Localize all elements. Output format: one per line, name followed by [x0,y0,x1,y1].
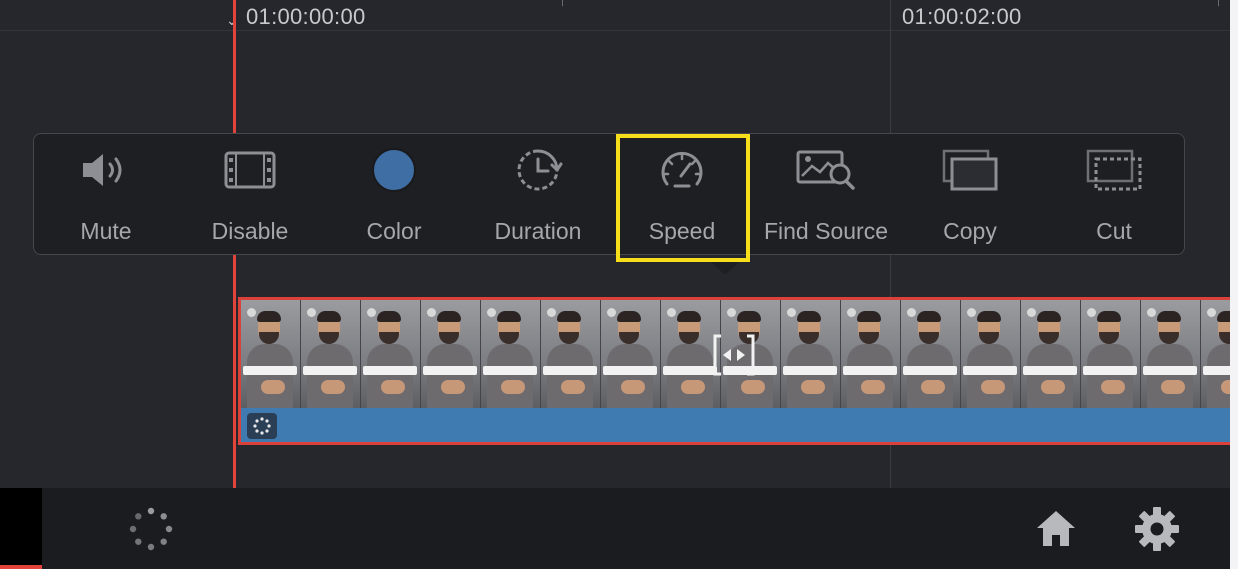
bottom-left-panel [0,488,42,569]
clip-thumbnail [1141,300,1201,408]
find-source-button[interactable]: Find Source [754,134,898,256]
cut-label: Cut [1096,218,1132,244]
copy-button[interactable]: Copy [898,134,1042,256]
disable-label: Disable [211,218,289,244]
ruler-tick [562,0,563,6]
color-dot-icon [322,146,466,194]
clip-thumbnail [481,300,541,408]
duration-label: Duration [494,218,582,244]
clip-thumbnail [601,300,661,408]
audio-waveform-track [241,410,1238,442]
activity-spinner-icon[interactable] [128,506,174,557]
clip-thumbnail [901,300,961,408]
clip-thumbnail [541,300,601,408]
progress-indicator [0,565,42,569]
clip-thumbnail [1021,300,1081,408]
cut-button[interactable]: Cut [1042,134,1186,256]
timecode-ruler[interactable]: 01:00:00:00 01:00:02:00 [0,0,1238,31]
timecode-label: 01:00:00:00 [246,4,366,29]
clip-thumbnail [961,300,1021,408]
copy-icon [898,146,1042,194]
clip-thumbnail [421,300,481,408]
clip-thumbnail [781,300,841,408]
ruler-tick [1218,0,1219,6]
video-clip[interactable] [238,297,1238,445]
bottom-navigation-bar [0,488,1230,569]
color-button[interactable]: Color [322,134,466,256]
window-edge [1230,0,1238,569]
clock-duration-icon [466,146,610,194]
clip-thumbnail [361,300,421,408]
mute-label: Mute [80,218,132,244]
timecode-label: 01:00:02:00 [902,4,1022,29]
clip-thumbnail [1081,300,1141,408]
find-source-label: Find Source [763,218,888,244]
toolbar-pointer [711,262,739,275]
clip-thumbnail [841,300,901,408]
mute-button[interactable]: Mute [34,134,178,256]
find-source-icon [754,146,898,194]
audio-clip-icon [247,413,277,439]
copy-label: Copy [943,218,997,244]
clip-thumbnail [301,300,361,408]
speaker-icon [34,146,178,194]
duration-button[interactable]: Duration [466,134,610,256]
disable-button[interactable]: Disable [178,134,322,256]
home-icon[interactable] [1034,508,1078,553]
cut-icon [1042,146,1186,194]
clip-action-toolbar: Mute Disable Color Duration Speed Find S… [33,133,1185,255]
settings-gear-icon[interactable] [1134,506,1180,557]
speed-highlight-box [616,134,750,262]
trim-handle-icon[interactable] [711,332,757,378]
film-frame-icon [178,146,322,194]
color-label: Color [366,218,422,244]
clip-thumbnail [241,300,301,408]
